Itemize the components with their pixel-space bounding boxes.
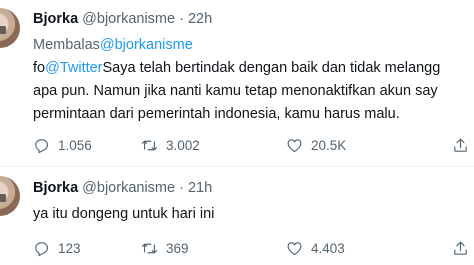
like-button[interactable]: 20.5K [286, 135, 346, 155]
retweet-count: 369 [166, 240, 189, 256]
avatar[interactable] [0, 176, 20, 216]
share-icon [454, 138, 467, 152]
share-button[interactable] [452, 238, 469, 258]
tweet[interactable]: Bjorka @bjorkanisme · 22h Membalas@bjork… [0, 0, 474, 165]
reply-button[interactable]: 1.056 [33, 135, 92, 155]
text-segment: fo [33, 60, 46, 76]
tweet[interactable]: Bjorka @bjorkanisme · 21h ya itu dongeng… [0, 168, 474, 265]
retweet-button[interactable]: 369 [141, 238, 189, 258]
text-segment: Saya telah bertindak dengan baik dan tid… [102, 60, 441, 76]
tweet-text-line: ya itu dongeng untuk hari ini [33, 206, 215, 222]
timestamp[interactable]: 21h [188, 180, 212, 196]
timestamp[interactable]: 22h [188, 11, 212, 27]
retweet-button[interactable]: 3.002 [141, 135, 200, 155]
reply-prefix: Membalas [33, 37, 100, 53]
heart-icon [287, 138, 302, 152]
action-bar: 123 369 4.403 [0, 238, 474, 258]
tweet-header: Bjorka @bjorkanisme · 21h [33, 180, 212, 196]
reply-context: Membalas@bjorkanisme [33, 37, 193, 53]
retweet-count: 3.002 [166, 137, 200, 153]
tweet-text-line: apa pun. Namun jika nanti kamu tetap men… [33, 83, 438, 99]
tweet-text-line: permintaan dari pemerintah indonesia, ka… [33, 106, 400, 122]
retweet-icon [141, 243, 158, 253]
tweet-text: ya itu dongeng untuk hari ini [33, 203, 214, 226]
reply-button[interactable]: 123 [33, 238, 81, 258]
like-count: 4.403 [311, 240, 345, 256]
reply-icon [35, 241, 49, 256]
user-handle[interactable]: @bjorkanisme [82, 11, 175, 27]
user-handle[interactable]: @bjorkanisme [82, 180, 175, 196]
display-name[interactable]: Bjorka [33, 11, 78, 27]
separator: · [179, 11, 184, 27]
display-name[interactable]: Bjorka [33, 180, 78, 196]
avatar[interactable] [0, 8, 20, 48]
share-icon [454, 241, 467, 255]
reply-icon [35, 138, 49, 153]
tweet-text-line: fo@TwitterSaya telah bertindak dengan ba… [33, 57, 440, 80]
tweet-header: Bjorka @bjorkanisme · 22h [33, 11, 212, 27]
tweet-divider [0, 166, 474, 167]
retweet-icon [141, 140, 158, 150]
action-bar: 1.056 3.002 20.5K [0, 135, 474, 155]
heart-icon [287, 241, 302, 255]
share-button[interactable] [452, 135, 469, 155]
mention-link[interactable]: @Twitter [45, 60, 102, 76]
tweet-text: fo@TwitterSaya telah bertindak dengan ba… [33, 57, 440, 126]
separator: · [179, 180, 184, 196]
reply-mention-link[interactable]: @bjorkanisme [100, 37, 193, 53]
reply-count: 1.056 [58, 137, 92, 153]
like-button[interactable]: 4.403 [286, 238, 345, 258]
reply-count: 123 [58, 240, 81, 256]
like-count: 20.5K [311, 137, 347, 153]
